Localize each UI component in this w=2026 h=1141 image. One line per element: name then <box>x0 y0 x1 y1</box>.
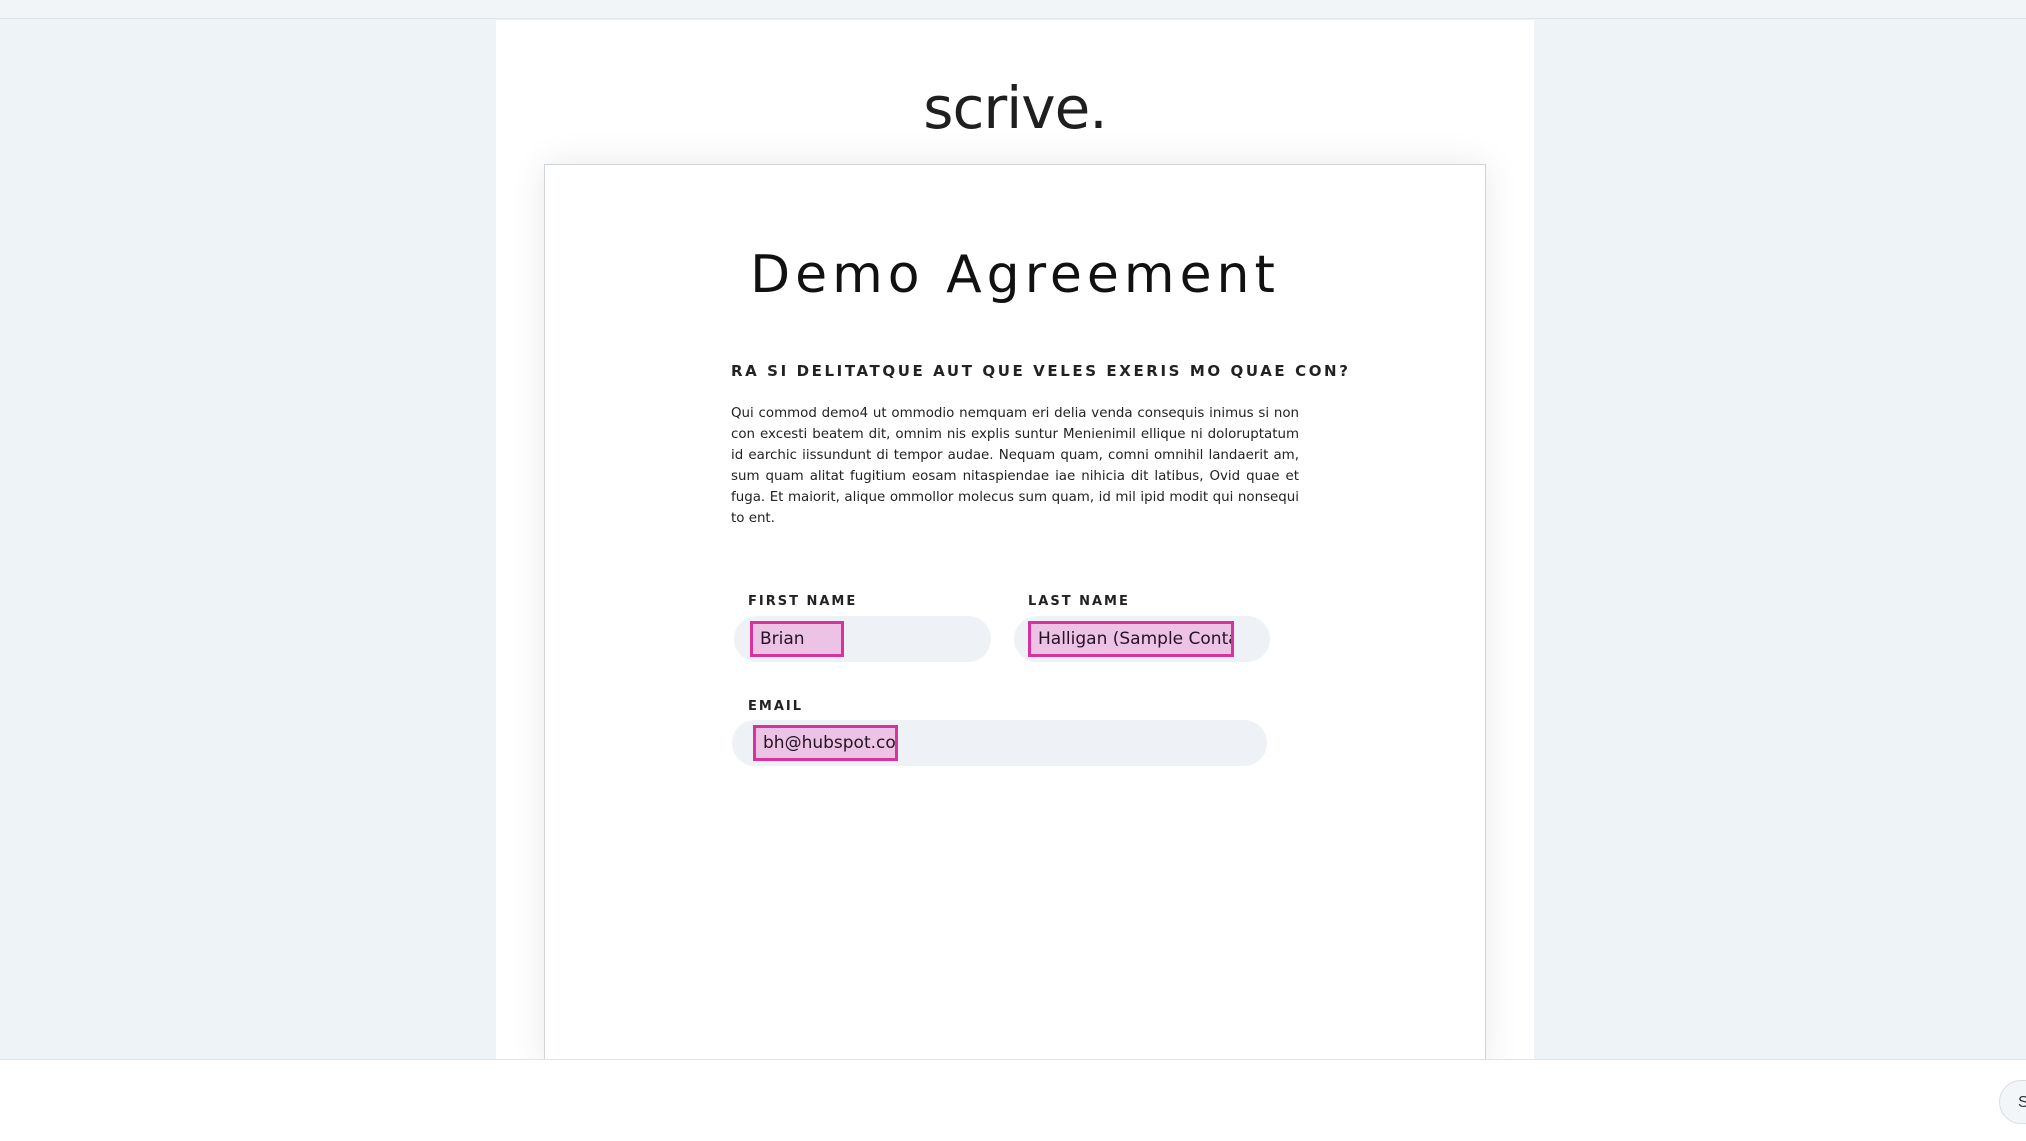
sign-button[interactable]: S <box>1999 1080 2026 1124</box>
document-heading: RA SI DELITATQUE AUT QUE VELES EXERIS MO… <box>731 362 1351 380</box>
scrive-logo: scrive. <box>923 74 1108 142</box>
email-label: EMAIL <box>748 699 803 714</box>
last-name-value[interactable]: Halligan (Sample Contact) <box>1028 621 1234 657</box>
bottom-bar: S <box>0 1059 2026 1141</box>
first-name-value[interactable]: Brian <box>750 621 844 657</box>
first-name-label: FIRST NAME <box>748 594 858 609</box>
email-value[interactable]: bh@hubspot.com <box>753 725 898 761</box>
document-body: Qui commod demo4 ut ommodio nemquam eri … <box>731 406 1299 526</box>
document-title: Demo Agreement <box>750 245 1280 305</box>
last-name-label: LAST NAME <box>1028 594 1130 609</box>
top-strip <box>0 0 2026 19</box>
document-page: Demo Agreement RA SI DELITATQUE AUT QUE … <box>544 164 1486 1066</box>
